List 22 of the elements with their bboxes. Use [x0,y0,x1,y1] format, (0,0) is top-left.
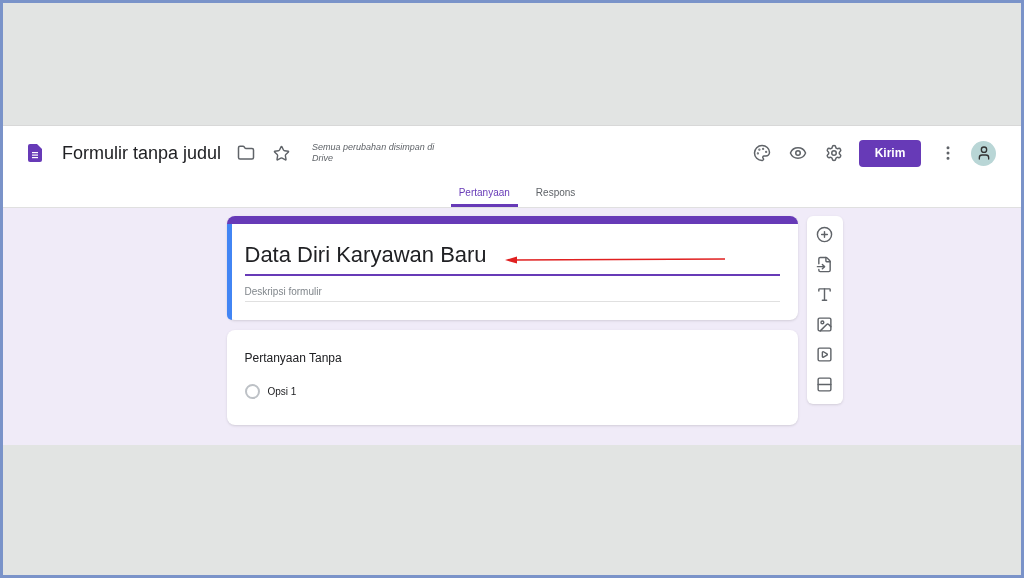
forms-logo-icon[interactable] [28,144,42,162]
palette-icon[interactable] [753,144,771,162]
settings-icon[interactable] [825,144,843,162]
radio-button[interactable] [244,384,260,399]
import-icon[interactable] [816,256,833,273]
send-button[interactable]: Kirim [859,139,921,167]
tab[interactable]: Respons [527,180,584,207]
preview-icon[interactable] [789,144,807,162]
save-status: Semua perubahan disimpan di Drive [312,142,436,164]
option-label: Opsi 1 [267,385,297,399]
description-field[interactable]: Deskripsi formulir [244,284,780,302]
form-title-field[interactable]: Data Diri Karyawan Baru [244,240,780,276]
form-name[interactable]: Formulir tanpa judul [62,139,222,167]
section-icon[interactable] [816,376,833,393]
avatar[interactable] [971,140,996,166]
folder-icon[interactable] [237,144,256,162]
question-title: Pertanyaan Tanpa [244,350,343,367]
add-question-icon[interactable] [816,226,833,243]
star-icon[interactable] [273,144,291,162]
title-text-icon[interactable] [816,286,833,303]
image-icon[interactable] [816,316,833,333]
video-icon[interactable] [816,346,833,363]
